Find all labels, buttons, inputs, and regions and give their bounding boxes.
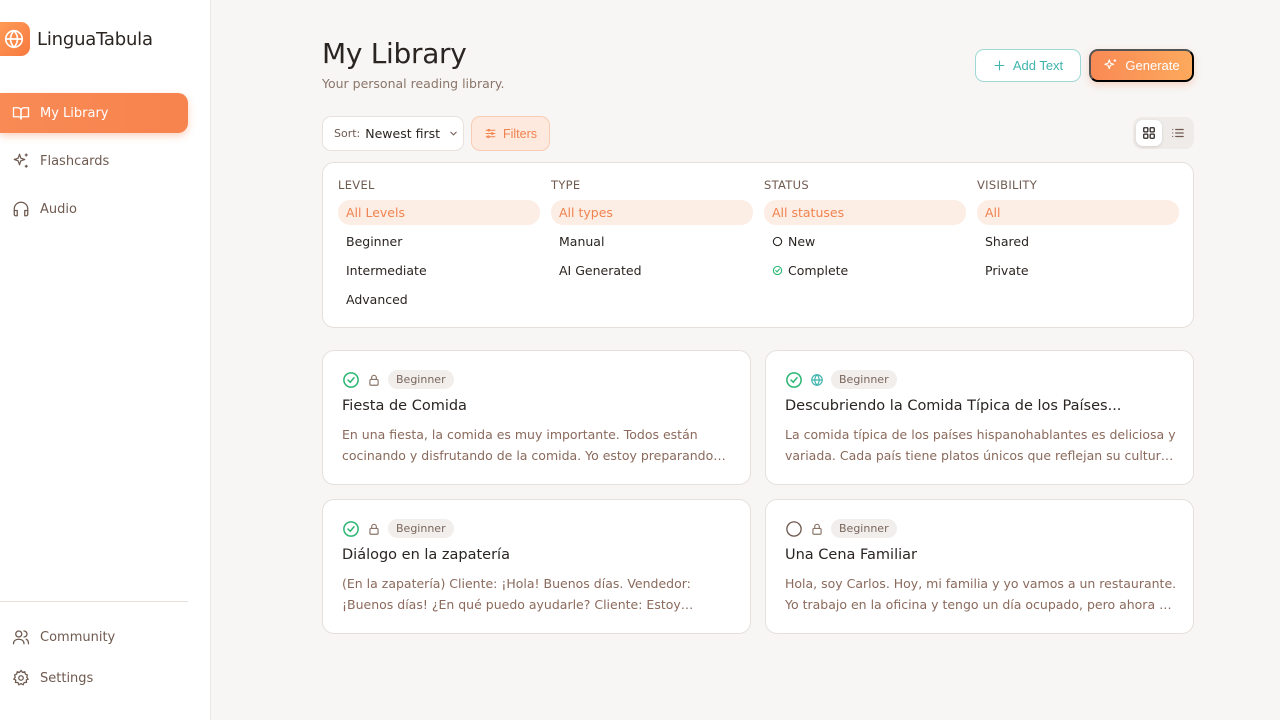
card-meta: Beginner bbox=[785, 519, 897, 538]
text-card[interactable]: Beginner Una Cena Familiar Hola, soy Car… bbox=[765, 499, 1194, 634]
globe-logo-icon bbox=[0, 22, 30, 56]
sidebar-item-label: Community bbox=[40, 629, 116, 645]
filter-option-intermediate[interactable]: Intermediate bbox=[338, 258, 540, 283]
filter-heading: TYPE bbox=[551, 178, 581, 192]
text-card[interactable]: Beginner Descubriendo la Comida Típica d… bbox=[765, 350, 1194, 485]
text-card[interactable]: Beginner Fiesta de Comida En una fiesta,… bbox=[322, 350, 751, 485]
add-text-button[interactable]: Add Text bbox=[975, 49, 1081, 82]
check-circle-icon bbox=[342, 520, 360, 538]
filter-option-complete[interactable]: Complete bbox=[764, 258, 966, 283]
filter-option-beginner[interactable]: Beginner bbox=[338, 229, 540, 254]
grid-view-button[interactable] bbox=[1136, 120, 1162, 146]
plus-icon bbox=[993, 59, 1006, 72]
filter-option-advanced[interactable]: Advanced bbox=[338, 287, 540, 312]
level-badge: Beginner bbox=[388, 370, 454, 389]
sidebar-item-audio[interactable]: Audio bbox=[0, 189, 188, 229]
filter-option-label: Complete bbox=[788, 263, 849, 278]
sort-label: Sort: bbox=[334, 127, 361, 140]
list-view-button[interactable] bbox=[1166, 120, 1192, 146]
level-badge: Beginner bbox=[831, 519, 897, 538]
filter-option-all-types[interactable]: All types bbox=[551, 200, 753, 225]
card-title: Una Cena Familiar bbox=[785, 547, 917, 563]
filters-button[interactable]: Filters bbox=[471, 116, 550, 151]
filter-group-visibility: VISIBILITY All Shared Private bbox=[962, 178, 1179, 283]
check-circle-icon bbox=[785, 371, 803, 389]
filter-option-all[interactable]: All bbox=[977, 200, 1179, 225]
sparkles-icon bbox=[12, 152, 30, 170]
view-toggle bbox=[1133, 117, 1194, 149]
filter-group-status: STATUS All statuses New Complete bbox=[749, 178, 966, 283]
sidebar-divider bbox=[0, 601, 188, 602]
check-circle-icon bbox=[772, 265, 783, 276]
check-circle-icon bbox=[342, 371, 360, 389]
headphones-icon bbox=[12, 200, 30, 218]
grid-icon bbox=[1142, 126, 1156, 140]
gear-icon bbox=[12, 669, 30, 687]
sidebar-item-label: My Library bbox=[40, 105, 109, 121]
sidebar-item-label: Flashcards bbox=[40, 153, 110, 169]
globe-icon bbox=[810, 373, 824, 387]
card-meta: Beginner bbox=[342, 519, 454, 538]
card-meta: Beginner bbox=[785, 370, 897, 389]
card-excerpt: En una fiesta, la comida es muy importan… bbox=[342, 427, 714, 463]
filter-option-shared[interactable]: Shared bbox=[977, 229, 1179, 254]
sort-dropdown[interactable]: Sort: Newest first bbox=[322, 116, 464, 151]
filter-option-ai-generated[interactable]: AI Generated bbox=[551, 258, 753, 283]
filter-option-label: New bbox=[788, 234, 816, 249]
filter-option-private[interactable]: Private bbox=[977, 258, 1179, 283]
sidebar-item-flashcards[interactable]: Flashcards bbox=[0, 141, 188, 181]
chevron-down-icon bbox=[448, 128, 459, 139]
level-badge: Beginner bbox=[388, 519, 454, 538]
card-title: Descubriendo la Comida Típica de los Paí… bbox=[785, 398, 1122, 414]
circle-icon bbox=[785, 520, 803, 538]
sidebar-bottom-nav: Community Settings bbox=[0, 617, 188, 699]
filters-label: Filters bbox=[502, 126, 538, 141]
lock-icon bbox=[367, 373, 381, 387]
level-badge: Beginner bbox=[831, 370, 897, 389]
filter-heading: STATUS bbox=[764, 178, 809, 192]
circle-icon bbox=[772, 236, 783, 247]
brand[interactable]: LinguaTabula bbox=[0, 22, 153, 56]
sidebar-nav: My Library Flashcards Audio bbox=[0, 93, 188, 237]
filter-option-new[interactable]: New bbox=[764, 229, 966, 254]
app-name: LinguaTabula bbox=[37, 28, 153, 50]
card-title: Diálogo en la zapatería bbox=[342, 547, 510, 563]
filter-heading: LEVEL bbox=[338, 178, 375, 192]
generate-label: Generate bbox=[1125, 58, 1180, 73]
list-icon bbox=[1171, 126, 1185, 140]
sidebar: LinguaTabula My Library Flashcards Audio bbox=[0, 0, 211, 720]
filter-panel: LEVEL All Levels Beginner Intermediate A… bbox=[322, 162, 1194, 328]
sidebar-item-community[interactable]: Community bbox=[0, 617, 188, 657]
generate-button[interactable]: Generate bbox=[1089, 49, 1194, 82]
card-excerpt: La comida típica de los países hispanoha… bbox=[785, 427, 1176, 463]
filter-group-type: TYPE All types Manual AI Generated bbox=[536, 178, 753, 283]
filter-option-all-levels[interactable]: All Levels bbox=[338, 200, 540, 225]
users-icon bbox=[12, 628, 30, 646]
add-text-label: Add Text bbox=[1012, 58, 1064, 73]
card-excerpt: Hola, soy Carlos. Hoy, mi familia y yo v… bbox=[785, 576, 1177, 612]
filter-option-manual[interactable]: Manual bbox=[551, 229, 753, 254]
sidebar-item-label: Audio bbox=[40, 201, 77, 217]
sort-value: Newest first bbox=[365, 126, 441, 141]
sidebar-item-label: Settings bbox=[40, 670, 94, 686]
lock-icon bbox=[367, 522, 381, 536]
sidebar-item-settings[interactable]: Settings bbox=[0, 658, 188, 698]
filter-option-all-statuses[interactable]: All statuses bbox=[764, 200, 966, 225]
book-icon bbox=[12, 104, 30, 122]
card-excerpt: (En la zapatería) Cliente: ¡Hola! Buenos… bbox=[342, 576, 691, 612]
filter-group-level: LEVEL All Levels Beginner Intermediate A… bbox=[323, 178, 540, 312]
sparkles-icon bbox=[1103, 58, 1118, 73]
filter-heading: VISIBILITY bbox=[977, 178, 1038, 192]
sidebar-item-my-library[interactable]: My Library bbox=[0, 93, 188, 133]
card-title: Fiesta de Comida bbox=[342, 398, 467, 414]
page-title: My Library bbox=[322, 37, 467, 70]
sliders-icon bbox=[484, 127, 497, 140]
card-meta: Beginner bbox=[342, 370, 454, 389]
lock-icon bbox=[810, 522, 824, 536]
text-card[interactable]: Beginner Diálogo en la zapatería (En la … bbox=[322, 499, 751, 634]
page-subtitle: Your personal reading library. bbox=[322, 76, 505, 91]
